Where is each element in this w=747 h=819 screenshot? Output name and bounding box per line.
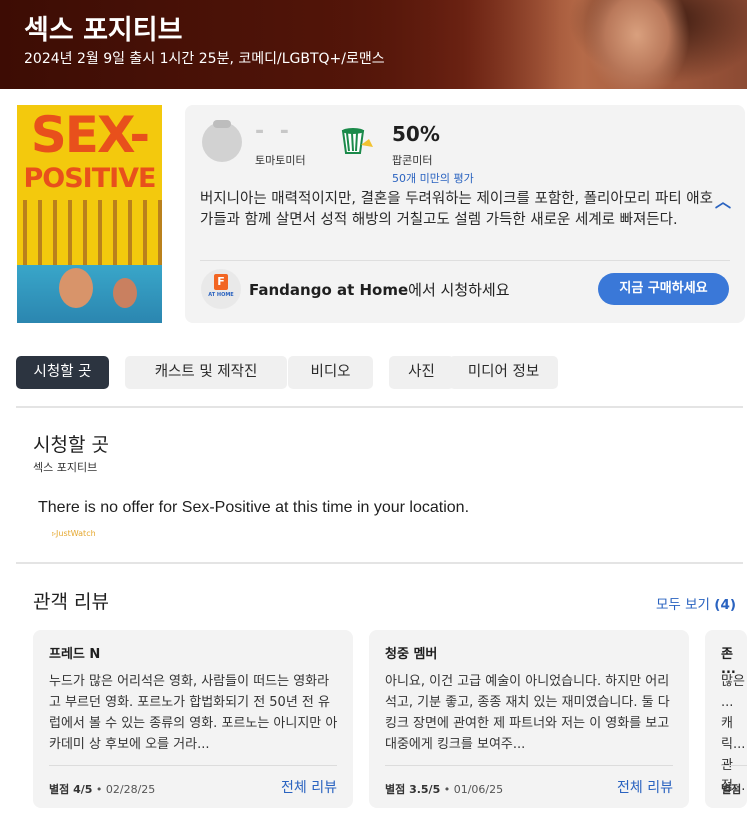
reviewer-name: 청중 멤버 [385,647,438,662]
poster-subtitle: POSITIVE [23,163,156,194]
popcornmeter-score: 50% [392,122,440,146]
popcorn-bucket-icon [341,128,373,154]
score-card: - - 토마토미터 50% 팝콘미터 50개 미만의 평가 버지니아는 매력적이… [185,105,745,323]
reviewer-name: 프레드 N [49,647,101,662]
tab-media-info[interactable]: 미디어 정보 [449,356,558,389]
fandango-at-home-logo: F AT HOME [201,269,241,309]
review-card: 프레드 N 누드가 많은 어리석은 영화, 사람들이 떠드는 영화라고 부르던 … [33,630,353,808]
tab-photos[interactable]: 사진 [389,356,454,389]
watch-provider-text: Fandango at Home에서 시청하세요 [249,281,510,299]
tab-videos[interactable]: 비디오 [288,356,373,389]
review-card: 존 ... 많은 ... 캐릭... 관점... 별점 [705,630,747,808]
no-offer-message: There is no offer for Sex-Positive at th… [38,499,470,516]
poster-title: SEX- [30,106,150,164]
movie-poster[interactable]: SEX- POSITIVE [17,105,162,323]
review-text: 누드가 많은 어리석은 영화, 사람들이 떠드는 영화라고 부르던 영화. 포르… [49,674,338,752]
section-divider [16,406,743,408]
tab-where-to-watch[interactable]: 시청할 곳 [16,356,109,389]
tab-cast-crew[interactable]: 캐스트 및 제작진 [125,356,287,389]
divider [200,260,730,261]
where-to-watch-subtitle: 섹스 포지티브 [33,461,98,474]
tomatometer-label[interactable]: 토마토미터 [255,152,306,168]
buy-now-button[interactable]: 지금 구매하세요 [598,273,729,305]
see-all-reviews-link[interactable]: 모두 보기 (4) [656,593,736,613]
section-divider [16,562,743,564]
review-rating-date: 별점 4/5 • 02/28/25 [49,783,156,796]
popcornmeter-label[interactable]: 팝콘미터 [392,152,432,168]
movie-title: 섹스 포지티브 [24,15,183,46]
synopsis: 버지니아는 매력적이지만, 결혼을 두려워하는 제이크를 포함한, 폴리아모리 … [200,191,713,228]
rating-count-link[interactable]: 50개 미만의 평가 [392,170,474,186]
movie-meta: 2024년 2월 9일 출시 1시간 25분, 코메디/LGBTQ+/로맨스 [24,51,385,67]
review-text: 아니요, 이건 고급 예술이 아니었습니다. 하지만 어리석고, 기분 좋고, … [385,674,670,752]
hero-banner: 섹스 포지티브 2024년 2월 9일 출시 1시간 25분, 코메디/LGBT… [0,0,747,89]
review-rating-date: 별점 3.5/5 • 01/06/25 [385,783,504,796]
tomatometer-score: - - [255,119,293,144]
review-card: 청중 멤버 아니요, 이건 고급 예술이 아니었습니다. 하지만 어리석고, 기… [369,630,689,808]
full-review-link[interactable]: 전체 리뷰 [281,777,337,797]
chevron-up-icon[interactable]: ︿ [715,194,731,210]
where-to-watch-heading: 시청할 곳 [33,434,109,456]
review-rating-date: 별점 [721,783,742,796]
full-review-link[interactable]: 전체 리뷰 [617,777,673,797]
review-text: 많은 ... 캐릭... 관점... [721,674,746,794]
tomato-icon [202,122,242,162]
justwatch-logo[interactable]: ▹JustWatch [52,529,96,538]
audience-reviews-heading: 관객 리뷰 [33,591,109,613]
